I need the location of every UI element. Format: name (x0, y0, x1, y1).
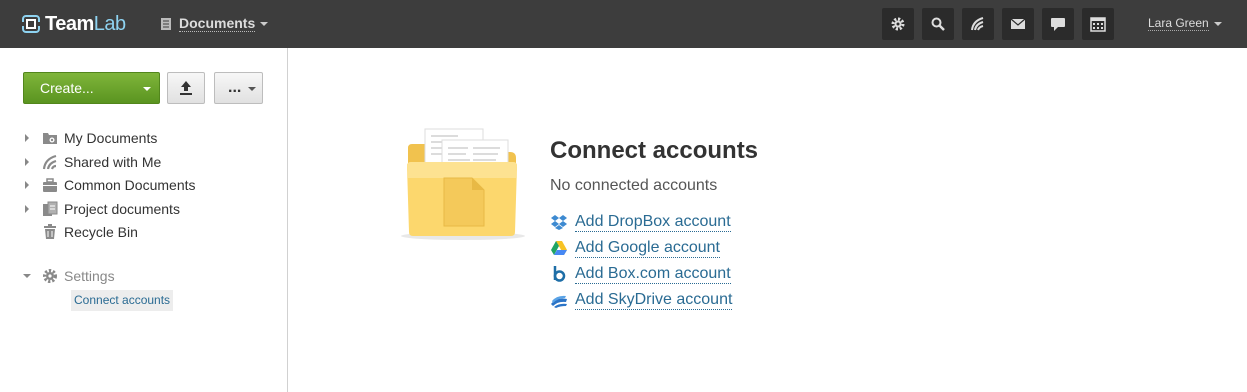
tree-item-label: Project documents (64, 201, 180, 217)
feed-button[interactable] (962, 8, 994, 40)
add-dropbox-link[interactable]: Add DropBox account (575, 213, 731, 232)
mail-icon (1010, 18, 1026, 29)
trash-icon (44, 224, 56, 239)
chevron-down-icon (143, 87, 151, 91)
expand-arrow-icon[interactable] (25, 158, 29, 166)
add-box-link[interactable]: Add Box.com account (575, 265, 731, 284)
user-name: Lara Green (1148, 16, 1209, 31)
create-button-label: Create... (40, 80, 94, 96)
mail-button[interactable] (1002, 8, 1034, 40)
top-navigation-bar: TeamLab Documents Lara Green (0, 0, 1247, 48)
page-title: Connect accounts (550, 137, 759, 164)
google-drive-icon (551, 241, 567, 255)
settings-button[interactable] (882, 8, 914, 40)
shared-icon (42, 154, 57, 170)
search-icon (931, 17, 945, 31)
module-label: Documents (179, 15, 256, 32)
add-box-account[interactable]: Add Box.com account (550, 263, 731, 285)
logo-text: TeamLab (45, 12, 126, 35)
documents-module-icon (161, 17, 171, 30)
add-google-account[interactable]: Add Google account (550, 237, 720, 259)
common-documents-icon (43, 178, 57, 192)
chat-icon (1051, 18, 1065, 31)
tree-item-label: My Documents (64, 130, 158, 146)
tree-item-label: Recycle Bin (64, 224, 138, 240)
tree-item-recycle-bin[interactable]: Recycle Bin (22, 222, 138, 242)
empty-folder-illustration (401, 128, 525, 240)
tree-item-shared-with-me[interactable]: Shared with Me (22, 152, 161, 172)
chevron-down-icon (248, 87, 256, 91)
tree-item-settings[interactable]: Settings (22, 266, 115, 286)
more-actions-label: ... (228, 79, 242, 96)
expand-arrow-icon[interactable] (25, 205, 29, 213)
settings-icon (891, 17, 905, 31)
chevron-down-icon (260, 21, 269, 26)
tree-item-my-documents[interactable]: My Documents (22, 128, 157, 148)
add-skydrive-link[interactable]: Add SkyDrive account (575, 291, 733, 310)
module-switcher[interactable]: Documents (160, 15, 269, 32)
skydrive-icon (551, 295, 567, 308)
expand-arrow-icon[interactable] (25, 134, 29, 142)
sidebar: Create... ... My Documents Shared with M… (0, 48, 288, 392)
chevron-down-icon (1213, 21, 1222, 26)
chat-button[interactable] (1042, 8, 1074, 40)
project-documents-icon (43, 201, 58, 216)
tree-item-common-documents[interactable]: Common Documents (22, 175, 196, 195)
calendar-button[interactable] (1082, 8, 1114, 40)
add-dropbox-account[interactable]: Add DropBox account (550, 211, 731, 233)
more-actions-button[interactable]: ... (214, 72, 263, 104)
sidebar-item-connect-accounts[interactable]: Connect accounts (71, 290, 174, 311)
feed-icon (971, 17, 984, 31)
empty-state-message: No connected accounts (550, 177, 718, 194)
tree-item-label: Common Documents (64, 177, 196, 193)
calendar-icon (1090, 17, 1106, 32)
tree-item-label: Settings (64, 268, 115, 284)
collapse-arrow-icon[interactable] (23, 274, 31, 278)
upload-button[interactable] (167, 72, 205, 104)
create-button[interactable]: Create... (23, 72, 160, 104)
search-button[interactable] (922, 8, 954, 40)
box-icon (553, 266, 566, 282)
expand-arrow-icon[interactable] (25, 181, 29, 189)
tree-item-label: Shared with Me (64, 154, 162, 170)
teamlab-logo[interactable]: TeamLab (22, 12, 126, 36)
user-menu[interactable]: Lara Green (1148, 16, 1222, 31)
add-skydrive-account[interactable]: Add SkyDrive account (550, 289, 733, 311)
add-google-link[interactable]: Add Google account (575, 239, 720, 258)
logo-mark-icon (22, 15, 40, 33)
upload-icon (180, 81, 192, 95)
my-documents-icon (43, 133, 57, 144)
tree-item-project-documents[interactable]: Project documents (22, 199, 180, 219)
dropbox-icon (551, 215, 567, 230)
settings-gear-icon (43, 269, 57, 283)
